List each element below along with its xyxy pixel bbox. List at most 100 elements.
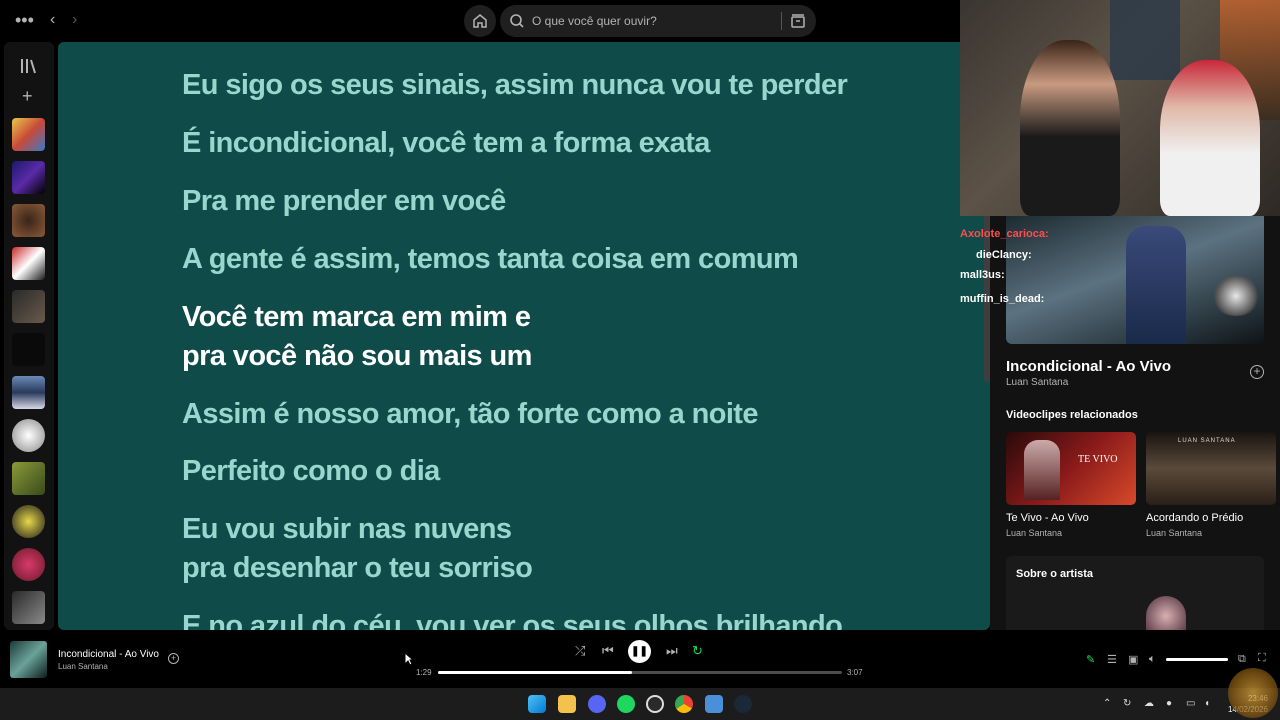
lyric-line[interactable]: É incondicional, você tem a forma exata [182, 124, 710, 163]
chat-message: dieClancy: [976, 249, 1032, 261]
mouse-cursor [404, 652, 414, 666]
home-button[interactable] [464, 5, 496, 37]
video-overlay-text: TE VIVO [1078, 454, 1118, 465]
miniplayer-icon[interactable]: ⧉ [1238, 653, 1246, 666]
app-window: ••• ‹ › O que você quer ouvir? + Eu sigo… [0, 0, 1280, 720]
player-track-artist[interactable]: Luan Santana [58, 662, 108, 671]
player-cover[interactable] [10, 641, 47, 678]
playlist-thumbnail[interactable] [12, 462, 45, 495]
previous-icon[interactable]: ⏮ [602, 643, 614, 659]
windows-taskbar: ⌃ ↻ ☁ ● ▭ ◖ 23:46 14/02/2026 [0, 688, 1280, 720]
lyric-line[interactable]: Assim é nosso amor, tão forte como a noi… [182, 395, 758, 434]
cloud-icon[interactable]: ☁ [1144, 698, 1154, 709]
next-icon[interactable]: ⏭ [666, 643, 678, 659]
now-playing-artist[interactable]: Luan Santana [1006, 377, 1068, 388]
plus-icon[interactable]: + [22, 86, 33, 107]
playlist-thumbnail[interactable] [12, 247, 45, 280]
artist-thumbnail[interactable] [12, 548, 45, 581]
lyrics-panel: Eu sigo os seus sinais, assim nunca vou … [58, 42, 990, 630]
playlist-thumbnail[interactable] [12, 118, 45, 151]
queue-icon[interactable]: ☰ [1107, 653, 1117, 666]
lyric-line-active[interactable]: Você tem marca em mim e [182, 298, 531, 337]
library-sidebar: + [4, 42, 54, 630]
lyric-line[interactable]: Eu sigo os seus sinais, assim nunca vou … [182, 66, 848, 105]
playlist-thumbnail[interactable] [12, 161, 45, 194]
volume-fill [1166, 658, 1228, 661]
playlist-thumbnail[interactable] [12, 376, 45, 409]
playlist-thumbnail[interactable] [12, 333, 45, 366]
stream-badge-overlay [1228, 668, 1278, 718]
volume-icon[interactable]: 🔈︎ [1149, 653, 1156, 666]
notepad-icon[interactable] [705, 695, 723, 713]
repeat-icon[interactable]: ↻ [692, 643, 703, 659]
lyric-line[interactable]: Pra me prender em você [182, 182, 506, 221]
chat-username: Axolote_carioca: [960, 228, 1049, 240]
microphone-icon[interactable]: ● [1166, 698, 1172, 709]
file-explorer-icon[interactable] [558, 695, 576, 713]
duration-time: 3:07 [847, 668, 863, 677]
progress-fill [438, 671, 632, 674]
obs-icon[interactable] [646, 695, 664, 713]
now-playing-title[interactable]: Incondicional - Ao Vivo [1006, 358, 1171, 375]
show-hidden-icons-icon[interactable]: ⌃ [1103, 698, 1111, 709]
add-to-liked-icon[interactable]: + [168, 653, 179, 664]
related-video-artist[interactable]: Luan Santana [1006, 528, 1062, 538]
steam-icon[interactable] [734, 695, 752, 713]
player-bar: Incondicional - Ao Vivo Luan Santana + ⤮… [0, 630, 1280, 688]
related-video-title[interactable]: Te Vivo - Ao Vivo [1006, 512, 1089, 524]
artist-thumbnail[interactable] [12, 505, 45, 538]
home-icon [473, 14, 487, 28]
search-input[interactable]: O que você quer ouvir? [532, 14, 657, 28]
related-video-thumbnail[interactable]: LUAN SANTANA [1146, 432, 1276, 505]
search-icon [510, 14, 524, 28]
search-bar[interactable]: O que você quer ouvir? [500, 5, 816, 37]
add-to-library-icon[interactable]: + [1250, 365, 1264, 379]
chat-username: mall3us: [960, 269, 1005, 281]
player-track-title[interactable]: Incondicional - Ao Vivo [58, 649, 159, 660]
volume-slider[interactable] [1166, 658, 1228, 661]
related-videos-heading: Videoclipes relacionados [1006, 409, 1138, 421]
progress-bar[interactable] [438, 671, 842, 674]
search-divider [781, 12, 782, 30]
spotify-icon[interactable] [617, 695, 635, 713]
library-icon[interactable] [20, 58, 38, 74]
lyric-line[interactable]: A gente é assim, temos tanta coisa em co… [182, 240, 799, 279]
forward-icon[interactable]: › [72, 12, 77, 28]
lyric-line-cut [182, 42, 189, 59]
chrome-icon[interactable] [675, 695, 693, 713]
webcam-overlay [960, 0, 1280, 216]
discord-icon[interactable] [588, 695, 606, 713]
chat-message: Axolote_carioca: [960, 228, 1049, 240]
more-icon[interactable]: ••• [15, 11, 34, 29]
top-bar: ••• ‹ › O que você quer ouvir? [0, 0, 960, 42]
network-icon[interactable]: ▭ [1186, 698, 1195, 709]
related-video-artist[interactable]: Luan Santana [1146, 528, 1202, 538]
playlist-thumbnail[interactable] [12, 290, 45, 323]
about-artist-card[interactable]: Sobre o artista [1006, 556, 1264, 630]
lyric-line[interactable]: Eu vou subir nas nuvens [182, 510, 512, 549]
lyric-line-active[interactable]: pra você não sou mais um [182, 337, 532, 376]
artist-thumbnail[interactable] [12, 419, 45, 452]
lyric-line[interactable]: pra desenhar o teu sorriso [182, 549, 533, 588]
back-icon[interactable]: ‹ [50, 12, 55, 28]
lyric-line[interactable]: E no azul do céu, vou ver os seus olhos … [182, 607, 843, 630]
speaker-icon[interactable]: ◖ [1204, 698, 1210, 709]
related-video-thumbnail[interactable]: TE VIVO [1006, 432, 1136, 505]
windows-start-icon[interactable] [528, 695, 546, 713]
lyric-line[interactable]: Perfeito como o dia [182, 452, 440, 491]
sync-icon[interactable]: ↻ [1123, 698, 1131, 709]
browse-icon[interactable] [790, 13, 806, 29]
chat-message: muffin_is_dead: [960, 293, 1044, 305]
video-overlay-text: LUAN SANTANA [1178, 438, 1236, 444]
chat-username: muffin_is_dead: [960, 293, 1045, 305]
related-video-title[interactable]: Acordando o Prédio [1146, 512, 1243, 524]
lyrics-icon[interactable]: ✎ [1086, 653, 1095, 666]
fullscreen-icon[interactable]: ⛶ [1258, 652, 1266, 665]
playlist-thumbnail[interactable] [12, 204, 45, 237]
about-artist-heading: Sobre o artista [1016, 568, 1094, 580]
shuffle-icon[interactable]: ⤮ [575, 643, 585, 659]
playlist-thumbnail[interactable] [12, 591, 45, 624]
elapsed-time: 1:29 [416, 668, 432, 677]
pause-button[interactable]: ❚❚ [628, 640, 651, 663]
connect-device-icon[interactable]: ▣ [1128, 653, 1138, 666]
